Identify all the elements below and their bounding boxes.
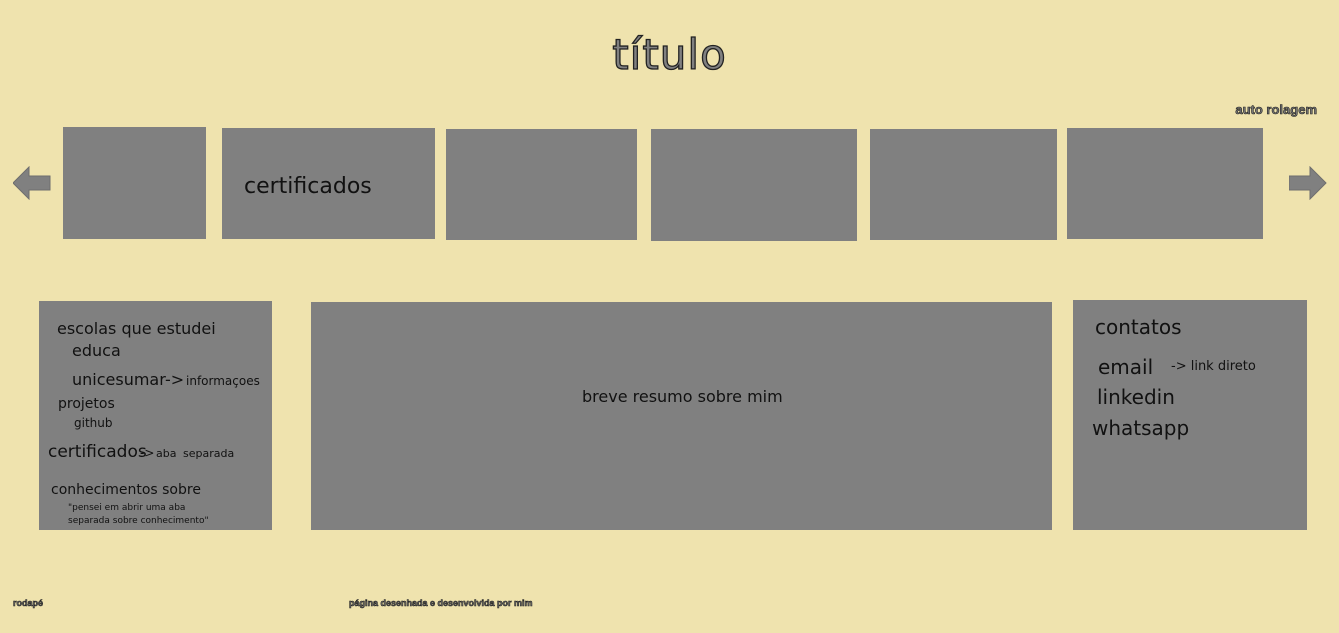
carousel-card-4[interactable] [651,129,857,241]
page-title: título [612,29,727,79]
summary-text: breve resumo sobre mim [582,387,783,406]
center-panel: breve resumo sobre mim [311,302,1052,530]
footer-credit: página desenhada e desenvolvida por mim [349,598,533,609]
github-link[interactable]: github [74,416,112,430]
arrow-left-icon[interactable] [13,166,51,200]
carousel-card-label: certificados [244,174,372,199]
right-panel: contatos email -> link direto linkedin w… [1073,300,1307,530]
certificates-tab-link-2[interactable]: separada [183,447,234,460]
email-note: -> link direto [1171,359,1256,374]
auto-scroll-label[interactable]: auto rolagem [1235,102,1317,118]
arrow-text: -> [140,446,155,460]
certificates-label: certificados [48,442,147,462]
arrow-text: -> [165,370,185,389]
carousel-card-certificados[interactable]: certificados [222,128,435,239]
carousel-card-5[interactable] [870,129,1057,240]
email-link[interactable]: email [1098,355,1153,379]
carousel-card-3[interactable] [446,129,637,240]
projects-label: projetos [58,396,115,412]
schools-heading: escolas que estudei [57,319,216,338]
footer-left: rodapé [13,598,44,609]
carousel-card-1[interactable] [63,127,206,239]
left-panel: escolas que estudei educa unicesumar -> … [39,301,272,530]
knowledge-label: conhecimentos sobre [51,482,201,498]
linkedin-link[interactable]: linkedin [1097,385,1175,409]
carousel-card-6[interactable] [1067,128,1263,239]
knowledge-note-2: separada sobre conhecimento" [68,516,209,526]
certificates-tab-link[interactable]: aba [156,447,176,460]
school-unicesumar: unicesumar [72,370,166,389]
contacts-heading: contatos [1095,315,1182,339]
school-educa: educa [72,341,121,360]
arrow-right-icon[interactable] [1289,166,1327,200]
knowledge-note: "pensei em abrir uma aba [68,503,186,513]
school-info-link[interactable]: informaçoes [186,374,260,388]
whatsapp-link[interactable]: whatsapp [1092,416,1189,440]
